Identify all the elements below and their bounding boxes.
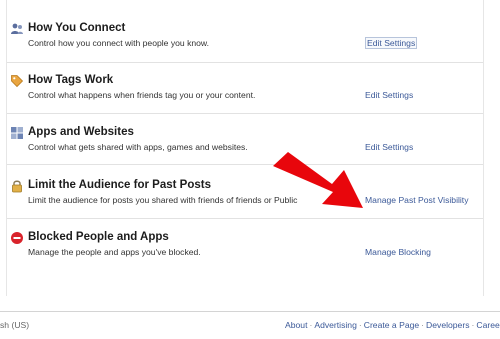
section-description: Manage the people and apps you've blocke… bbox=[28, 247, 201, 257]
manage-past-post-visibility-link[interactable]: Manage Past Post Visibility bbox=[365, 195, 469, 205]
section-title: How You Connect bbox=[28, 22, 126, 34]
section-title: How Tags Work bbox=[28, 74, 114, 86]
footer-link-about[interactable]: About bbox=[285, 320, 307, 330]
apps-icon bbox=[10, 126, 24, 140]
footer-link-create-page[interactable]: Create a Page bbox=[364, 320, 419, 330]
manage-blocking-link[interactable]: Manage Blocking bbox=[365, 247, 431, 257]
section-how-you-connect: How You Connect Control how you connect … bbox=[7, 0, 483, 62]
section-limit-past-posts: Limit the Audience for Past Posts Limit … bbox=[7, 164, 483, 219]
arrow-shape bbox=[273, 152, 363, 208]
footer-link-careers[interactable]: Careers bbox=[476, 320, 500, 330]
language-link[interactable]: sh (US) bbox=[0, 320, 29, 330]
section-description: Limit the audience for posts you shared … bbox=[28, 195, 298, 205]
section-description: Control what gets shared with apps, game… bbox=[28, 142, 248, 152]
section-description: Control how you connect with people you … bbox=[28, 38, 210, 48]
footer-link-advertising[interactable]: Advertising bbox=[314, 320, 357, 330]
lock-icon bbox=[10, 179, 24, 193]
content-border-right bbox=[483, 0, 484, 296]
section-title: Apps and Websites bbox=[28, 126, 134, 138]
section-blocked-people-and-apps: Blocked People and Apps Manage the peopl… bbox=[7, 218, 483, 267]
footer-links: About · Advertising · Create a Page · Develope… bbox=[285, 320, 500, 330]
section-description: Control what happens when friends tag yo… bbox=[28, 90, 256, 100]
section-title: Limit the Audience for Past Posts bbox=[28, 179, 211, 191]
tag-icon bbox=[10, 74, 24, 88]
footer-link-developers[interactable]: Developers bbox=[426, 320, 469, 330]
footer-divider bbox=[0, 311, 500, 312]
red-arrow-annotation bbox=[273, 152, 363, 208]
blocked-icon bbox=[10, 231, 24, 245]
edit-settings-link[interactable]: Edit Settings bbox=[365, 37, 418, 49]
section-apps-and-websites: Apps and Websites Control what gets shar… bbox=[7, 113, 483, 165]
section-title: Blocked People and Apps bbox=[28, 231, 169, 243]
people-icon bbox=[10, 22, 24, 36]
edit-settings-link[interactable]: Edit Settings bbox=[365, 90, 413, 100]
section-how-tags-work: How Tags Work Control what happens when … bbox=[7, 62, 483, 114]
edit-settings-link[interactable]: Edit Settings bbox=[365, 142, 413, 152]
